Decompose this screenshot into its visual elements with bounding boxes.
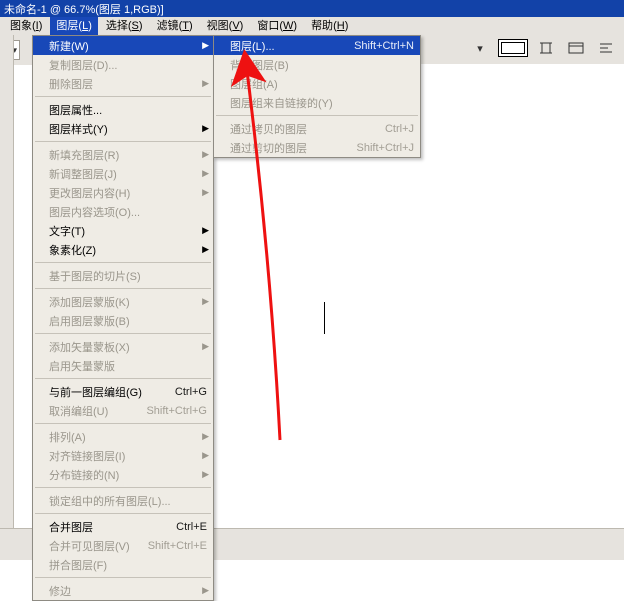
menu-select[interactable]: 选择(S) — [100, 17, 149, 35]
submenu-arrow-icon: ▶ — [202, 296, 209, 307]
submenu-item-via-cut[interactable]: 通过剪切的图层Shift+Ctrl+J — [214, 138, 420, 157]
layer-menu: 新建(W)▶ 复制图层(D)... 删除图层▶ 图层属性... 图层样式(Y)▶… — [32, 35, 214, 601]
left-gutter — [0, 35, 14, 560]
menu-item-slice[interactable]: 基于图层的切片(S) — [33, 266, 213, 285]
menu-item-properties[interactable]: 图层属性... — [33, 100, 213, 119]
menu-item-type[interactable]: 文字(T)▶ — [33, 221, 213, 240]
submenu-item-via-copy[interactable]: 通过拷贝的图层Ctrl+J — [214, 119, 420, 138]
palettes-icon[interactable] — [564, 37, 588, 59]
menu-bar: 图象(I) 图层(L) 选择(S) 滤镜(T) 视图(V) 窗口(W) 帮助(H… — [0, 17, 624, 35]
submenu-arrow-icon: ▶ — [202, 341, 209, 352]
submenu-item-layer-set[interactable]: 图层组(A) — [214, 74, 420, 93]
submenu-item-background[interactable]: 背景图层(B) — [214, 55, 420, 74]
menu-item-enable-vmask[interactable]: 启用矢量蒙版 — [33, 356, 213, 375]
submenu-arrow-icon: ▶ — [202, 78, 209, 89]
submenu-arrow-icon: ▶ — [202, 244, 209, 255]
submenu-arrow-icon: ▶ — [202, 469, 209, 480]
format-dropdown[interactable]: ▾ — [468, 37, 492, 59]
window-title-bar: 未命名-1 @ 66.7%(图层 1,RGB)] — [0, 0, 624, 17]
window-title: 未命名-1 @ 66.7%(图层 1,RGB)] — [4, 1, 164, 17]
new-submenu: 图层(L)...Shift+Ctrl+N 背景图层(B) 图层组(A) 图层组来… — [213, 35, 421, 158]
menu-item-merge[interactable]: 合并图层Ctrl+E — [33, 517, 213, 536]
menu-item-rasterize[interactable]: 象素化(Z)▶ — [33, 240, 213, 259]
menu-item-content-opts[interactable]: 图层内容选项(O)... — [33, 202, 213, 221]
menu-item-change-content[interactable]: 更改图层内容(H)▶ — [33, 183, 213, 202]
menu-item-merge-visible[interactable]: 合并可见图层(V)Shift+Ctrl+E — [33, 536, 213, 555]
menu-image[interactable]: 图象(I) — [4, 17, 48, 35]
menu-item-new[interactable]: 新建(W)▶ — [33, 36, 213, 55]
menu-item-add-mask[interactable]: 添加图层蒙版(K)▶ — [33, 292, 213, 311]
menu-item-matting[interactable]: 修边▶ — [33, 581, 213, 600]
submenu-arrow-icon: ▶ — [202, 40, 209, 51]
menu-item-ungroup[interactable]: 取消编组(U)Shift+Ctrl+G — [33, 401, 213, 420]
menu-layer[interactable]: 图层(L) — [50, 17, 97, 35]
menu-item-dist-linked[interactable]: 分布链接的(N)▶ — [33, 465, 213, 484]
submenu-item-layer[interactable]: 图层(L)...Shift+Ctrl+N — [214, 36, 420, 55]
menu-filter[interactable]: 滤镜(T) — [151, 17, 199, 35]
menu-item-new-adjust[interactable]: 新调整图层(J)▶ — [33, 164, 213, 183]
menu-item-enable-mask[interactable]: 启用图层蒙版(B) — [33, 311, 213, 330]
submenu-arrow-icon: ▶ — [202, 585, 209, 596]
menu-item-delete[interactable]: 删除图层▶ — [33, 74, 213, 93]
menu-item-arrange[interactable]: 排列(A)▶ — [33, 427, 213, 446]
menu-item-group-prev[interactable]: 与前一图层编组(G)Ctrl+G — [33, 382, 213, 401]
menu-item-align-linked[interactable]: 对齐链接图层(I)▶ — [33, 446, 213, 465]
warp-text-icon[interactable] — [534, 37, 558, 59]
submenu-arrow-icon: ▶ — [202, 431, 209, 442]
menu-item-add-vmask[interactable]: 添加矢量蒙板(X)▶ — [33, 337, 213, 356]
menu-item-flatten[interactable]: 拼合图层(F) — [33, 555, 213, 574]
menu-help[interactable]: 帮助(H) — [305, 17, 354, 35]
align-icon[interactable] — [594, 37, 618, 59]
submenu-arrow-icon: ▶ — [202, 123, 209, 134]
menu-item-duplicate[interactable]: 复制图层(D)... — [33, 55, 213, 74]
menu-window[interactable]: 窗口(W) — [251, 17, 303, 35]
submenu-arrow-icon: ▶ — [202, 149, 209, 160]
submenu-arrow-icon: ▶ — [202, 187, 209, 198]
submenu-arrow-icon: ▶ — [202, 225, 209, 236]
text-caret — [324, 302, 325, 334]
menu-item-new-fill[interactable]: 新填充图层(R)▶ — [33, 145, 213, 164]
menu-view[interactable]: 视图(V) — [201, 17, 250, 35]
menu-item-lock-all[interactable]: 锁定组中的所有图层(L)... — [33, 491, 213, 510]
submenu-item-set-from-linked[interactable]: 图层组来自链接的(Y) — [214, 93, 420, 112]
color-swatch[interactable] — [498, 39, 528, 57]
tool-options-right: ▾ — [468, 37, 618, 59]
submenu-arrow-icon: ▶ — [202, 450, 209, 461]
submenu-arrow-icon: ▶ — [202, 168, 209, 179]
menu-item-style[interactable]: 图层样式(Y)▶ — [33, 119, 213, 138]
